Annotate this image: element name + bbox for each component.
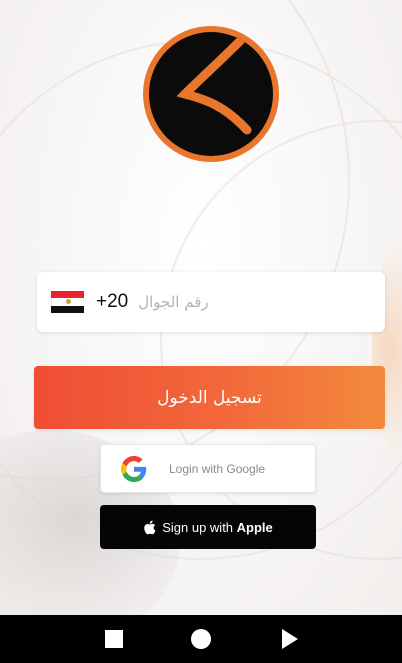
apple-label-prefix: Sign up with [162,519,237,535]
app-logo [143,26,279,162]
login-button[interactable]: تسجيل الدخول [34,366,385,429]
google-login-label: Login with Google [169,461,266,476]
apple-signup-label: Sign up with Apple [162,520,273,535]
app-screen: +20 تسجيل الدخول Login with Google Sign … [0,0,402,615]
google-g-icon [121,455,147,482]
apple-logo-icon [144,520,156,534]
logo-k-mark-icon [176,35,252,135]
apple-label-brand: Apple [236,519,273,535]
country-code[interactable]: +20 [96,291,128,313]
google-login-button[interactable]: Login with Google [100,444,316,493]
app-logo-disc [149,32,273,156]
home-button[interactable] [181,619,221,659]
phone-number-field[interactable]: +20 [37,272,385,332]
back-triangle-icon [282,629,299,649]
recents-button[interactable] [94,619,134,659]
phone-input[interactable] [138,293,339,311]
recents-square-icon [104,630,123,648]
apple-signup-button[interactable]: Sign up with Apple [100,505,316,549]
back-button[interactable] [268,619,308,659]
egypt-flag-icon[interactable] [51,291,84,313]
android-navigation-bar [0,615,402,663]
home-circle-icon [190,629,211,649]
